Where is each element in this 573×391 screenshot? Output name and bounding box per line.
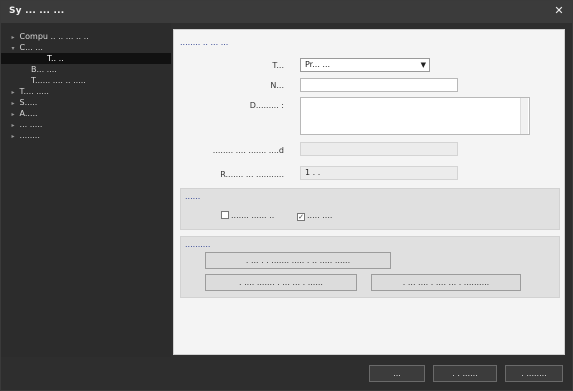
tree-item-10[interactable]: ▸ ........ [1,130,171,141]
tree-item-6[interactable]: ▸ T.... ..... [1,86,171,97]
cancel-button[interactable]: . . ...... [433,365,497,382]
title-bar: Sy ... ... ... ✕ [1,1,572,23]
field4-input [300,142,458,156]
name-label: N... [270,81,284,90]
tree-item-8[interactable]: ▸ A..... [1,108,171,119]
dialog-footer: ... . . ...... . ........ [1,357,572,390]
close-icon[interactable]: ✕ [552,4,566,18]
tree-item-label: C... ... [19,43,43,52]
description-scrollbar[interactable] [520,98,528,134]
tree-item-label: T...... .... .. ..... [31,76,86,85]
name-input[interactable] [300,78,458,92]
action-button-right[interactable]: . ... .... . .... ... . .......... [371,274,521,291]
tree-item-label: S..... [19,98,38,107]
type-select-value: Pr... ... [305,60,331,69]
tree-item-5[interactable]: T...... .... .. ..... [1,75,171,86]
tree-item-2[interactable]: ▾ C... ... [1,42,171,53]
options-group: ...... ....... ...... .. ✓..... .... [180,188,560,230]
field5-input: 1 . . [300,166,458,180]
tree-item-4[interactable]: B... .... [1,64,171,75]
action-button-top[interactable]: . ... . . ....... ..... . .. ..... .....… [205,252,391,269]
window-title: Sy ... ... ... [9,6,65,16]
field5-value: 1 . . [305,168,321,177]
checkbox-box[interactable] [221,211,229,219]
actions-group: .......... . ... . . ....... ..... . .. … [180,236,560,298]
type-select[interactable]: Pr... ... ▼ [300,58,430,72]
tree-item-label: ... ..... [19,120,43,129]
expand-icon[interactable]: ▸ [9,131,17,142]
actions-group-title: .......... [185,240,211,249]
tree-item-9[interactable]: ▸ ... ..... [1,119,171,130]
tree-item-selected[interactable]: T.. .. [1,53,171,64]
option-checkbox-1-label: ....... ...... .. [231,211,275,220]
ok-button[interactable]: ... [369,365,425,382]
settings-dialog: Sy ... ... ... ✕ ▸ Compu .. .. ... .. ..… [0,0,573,391]
settings-panel: ........ .. ... ... T... Pr... ... ▼ N..… [173,29,565,355]
tree-item-label: T.... ..... [19,87,49,96]
type-label: T... [272,61,284,70]
tree-item-label: Compu .. .. ... .. .. [19,32,89,41]
option-checkbox-2[interactable]: ✓..... .... [297,211,332,221]
tree-item-1[interactable]: ▸ Compu .. .. ... .. .. [1,31,171,42]
field5-label: R....... ... ........... [220,170,284,179]
options-group-title: ...... [185,192,201,201]
chevron-down-icon: ▼ [420,61,426,69]
description-textarea[interactable] [300,97,530,135]
tree-item-label: ........ [19,131,40,140]
option-checkbox-1[interactable]: ....... ...... .. [221,211,274,220]
field4-label: ........ .... ....... ....d [212,146,284,155]
tree-item-label: A..... [19,109,38,118]
tree-item-label: B... .... [31,65,57,74]
settings-tree: ▸ Compu .. .. ... .. .. ▾ C... ... T.. .… [1,23,171,357]
apply-button[interactable]: . ........ [505,365,563,382]
option-checkbox-2-label: ..... .... [307,211,333,220]
action-button-left[interactable]: . .... ....... . ... ... . ...... [205,274,357,291]
section-title: ........ .. ... ... [180,38,229,47]
tree-item-7[interactable]: ▸ S..... [1,97,171,108]
description-label: D......... : [249,101,284,110]
checkmark-icon[interactable]: ✓ [297,213,305,221]
tree-item-label: T.. .. [47,54,64,63]
